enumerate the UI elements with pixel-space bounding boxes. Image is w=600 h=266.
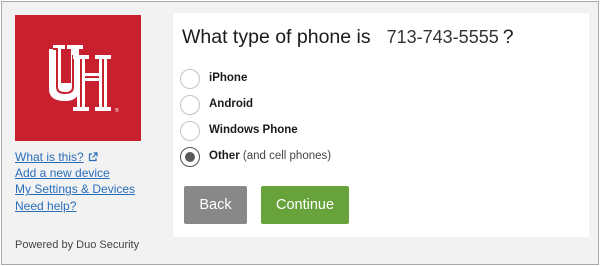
continue-button[interactable]: Continue [261, 186, 349, 224]
option-label: Windows Phone [209, 124, 298, 136]
need-help-link[interactable]: Need help? [15, 199, 135, 215]
back-button[interactable]: Back [184, 186, 247, 224]
question-mark: ? [502, 26, 514, 48]
duo-prompt-frame: ® What is this? Add a new device My Sett… [1, 1, 599, 265]
option-label: Android [209, 98, 254, 110]
my-settings-devices-link[interactable]: My Settings & Devices [15, 182, 135, 198]
sidebar-links: What is this? Add a new device My Settin… [15, 150, 135, 215]
option-sublabel: (and cell phones) [242, 150, 332, 162]
option-other[interactable]: Other (and cell phones) [180, 147, 480, 169]
phone-number: 713-743-5555 [386, 27, 499, 47]
external-link-icon [88, 151, 98, 167]
option-label: iPhone [209, 72, 248, 84]
iphone-radio[interactable] [180, 69, 200, 89]
powered-by-text: Powered by Duo Security [15, 239, 140, 251]
option-android[interactable]: Android [180, 95, 480, 117]
option-iphone[interactable]: iPhone [180, 69, 480, 91]
question-prefix: What type of phone is [182, 26, 371, 48]
option-windows-phone[interactable]: Windows Phone [180, 121, 480, 143]
uh-logo-icon: ® [49, 45, 119, 114]
option-label: Other (and cell phones) [209, 150, 332, 162]
phone-type-panel: What type of phone is 713-743-5555? iPhon… [173, 13, 589, 237]
phone-type-question: What type of phone is 713-743-5555? [182, 26, 514, 49]
other-radio[interactable] [180, 147, 200, 167]
svg-text:®: ® [115, 107, 119, 114]
what-is-this-link[interactable]: What is this? [15, 150, 135, 166]
windows-phone-radio[interactable] [180, 121, 200, 141]
university-logo: ® [15, 15, 141, 141]
android-radio[interactable] [180, 95, 200, 115]
add-new-device-link[interactable]: Add a new device [15, 166, 135, 182]
